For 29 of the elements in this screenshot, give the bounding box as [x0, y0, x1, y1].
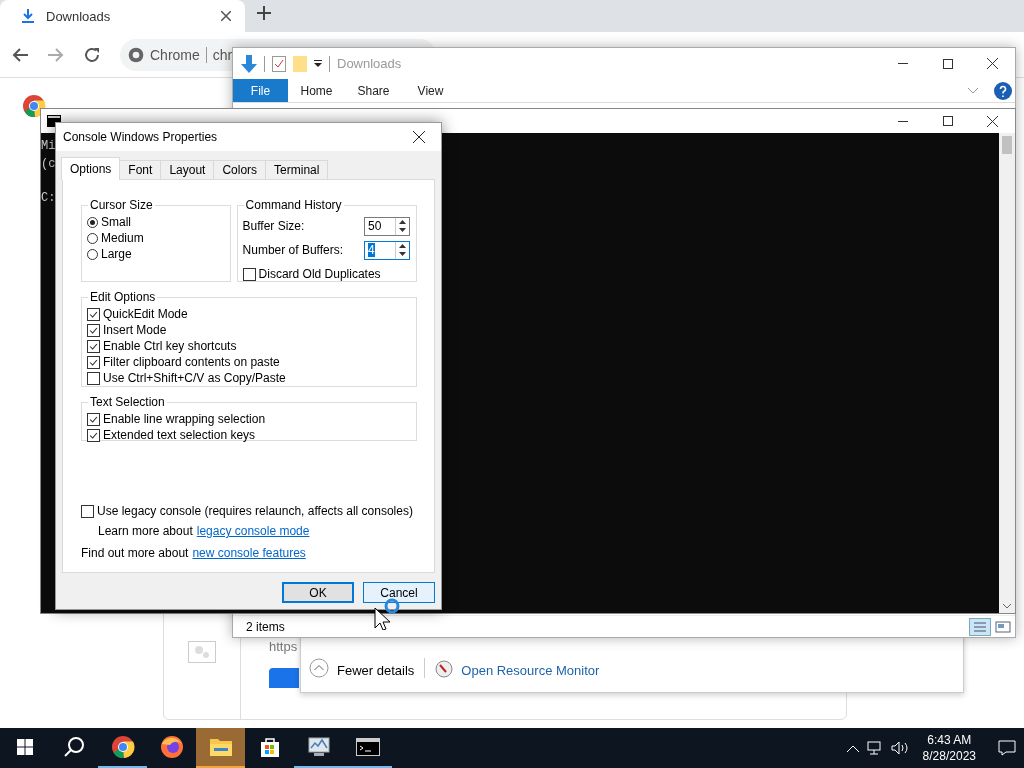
checkbox-label: Insert Mode: [103, 323, 167, 337]
checkbox-label: Filter clipboard contents on paste: [103, 355, 280, 369]
checkbox-label: Use Ctrl+Shift+C/V as Copy/Paste: [103, 371, 286, 385]
checkbox-label: Extended text selection keys: [103, 428, 256, 442]
checkbox-label: Use legacy console (requires relaunch, affects all consoles): [97, 504, 413, 518]
checkbox-label: QuickEdit Mode: [103, 307, 188, 321]
dialog-title: Console Windows Properties: [63, 130, 219, 144]
status-text: 2 items: [246, 619, 286, 634]
checkbox-label: Enable line wrapping selection: [103, 412, 266, 426]
help-text: Find out more about: [81, 546, 189, 560]
window-title: Downloads: [337, 56, 403, 71]
group-title: Text Selection: [89, 395, 166, 409]
console-text: (c: [41, 157, 56, 171]
field-label: Number of Buffers:: [242, 243, 345, 257]
help-text: Learn more about: [98, 524, 193, 538]
checkbox-label: Discard Old Duplicates: [258, 267, 381, 281]
download-url: https: [269, 639, 298, 654]
radio-label: Small: [101, 215, 131, 229]
console-text: C:: [41, 191, 56, 205]
url-text: chr: [212, 46, 233, 63]
group-title: Cursor Size: [89, 198, 154, 212]
checkbox-label: Enable Ctrl key shortcuts: [103, 339, 237, 353]
site-label: Chrome: [150, 46, 200, 63]
group-title: Command History: [244, 198, 343, 212]
field-label: Buffer Size:: [242, 219, 306, 233]
radio-label: Large: [101, 247, 132, 261]
radio-label: Medium: [101, 231, 144, 245]
console-text: Mi: [41, 139, 56, 153]
group-title: Edit Options: [89, 290, 157, 304]
